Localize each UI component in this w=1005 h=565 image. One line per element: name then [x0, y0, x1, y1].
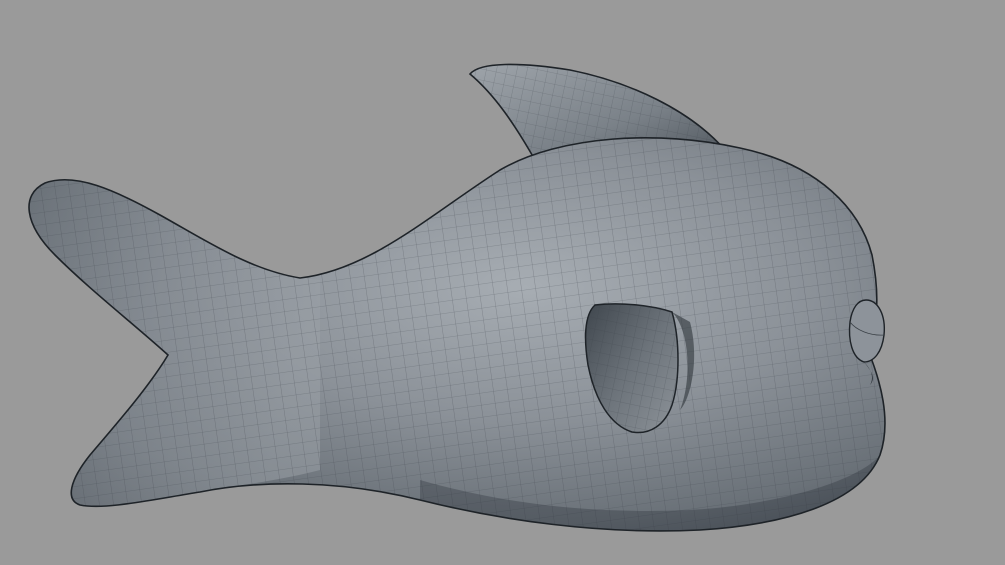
fish-render [0, 0, 1005, 565]
3d-viewport[interactable] [0, 0, 1005, 565]
